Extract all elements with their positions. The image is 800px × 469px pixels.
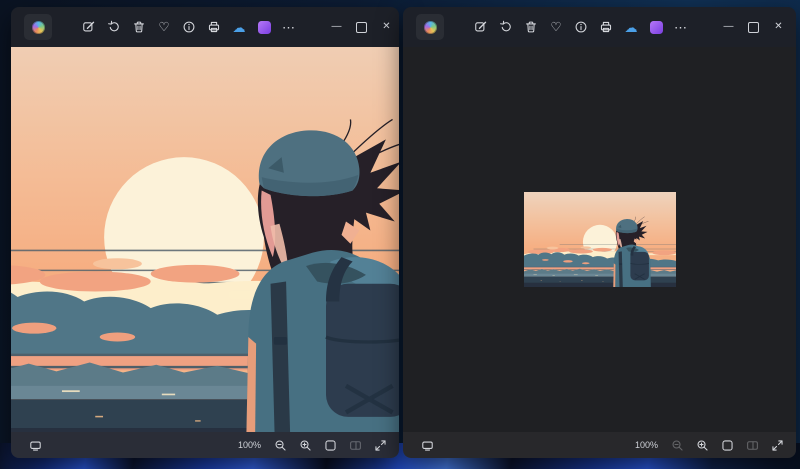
toolbar-right: ♡ ☁ ⋯ (470, 16, 692, 38)
zoom-cluster-left: 100% (238, 436, 389, 454)
zoom-out-icon (275, 440, 286, 451)
rotate-icon (108, 20, 119, 32)
filmstrip-toggle-button[interactable] (26, 436, 44, 454)
maximize-icon (748, 21, 759, 33)
delete-button[interactable] (520, 16, 542, 38)
designer-button[interactable] (645, 16, 667, 38)
photos-app-button[interactable] (416, 14, 444, 40)
zoom-level-label: 100% (237, 440, 261, 450)
close-icon: ✕ (774, 21, 783, 32)
more-button[interactable]: ⋯ (278, 16, 300, 38)
onedrive-button[interactable]: ☁ (620, 16, 642, 38)
titlebar-left: sunset-7628294_640 (1).jpg ♡ ☁ (11, 7, 399, 47)
zoom-level-label: 100% (634, 440, 658, 450)
sunset-photo (11, 47, 399, 432)
info-button[interactable] (570, 16, 592, 38)
rotate-button[interactable] (495, 16, 517, 38)
sunset-photo-thumbnail[interactable] (523, 192, 676, 287)
fit-to-window-button[interactable] (718, 436, 736, 454)
rotate-button[interactable] (103, 16, 125, 38)
favorite-button[interactable]: ♡ (545, 16, 567, 38)
edit-icon (475, 21, 487, 32)
more-ellipsis-icon: ⋯ (282, 19, 296, 35)
fit-to-window-icon (721, 439, 733, 451)
zoom-out-button[interactable] (271, 436, 289, 454)
fit-to-window-icon (324, 439, 336, 451)
photo-canvas-fit[interactable] (403, 47, 796, 432)
minimize-button[interactable]: — (324, 14, 349, 40)
maximize-icon (356, 21, 367, 33)
close-button[interactable]: ✕ (374, 14, 399, 40)
delete-button[interactable] (128, 16, 150, 38)
window-controls-right: — ✕ (716, 14, 791, 40)
zoom-in-button[interactable] (693, 436, 711, 454)
compare-view-icon (349, 440, 361, 450)
photos-window-right: sunset-7628294_640.jpg ♡ ☁ (403, 7, 796, 458)
edit-button[interactable] (78, 16, 100, 38)
favorite-button[interactable]: ♡ (153, 16, 175, 38)
heart-icon: ♡ (158, 19, 170, 34)
statusbar-left: 100% (11, 432, 399, 458)
photo-canvas-zoomed[interactable] (11, 47, 399, 432)
compare-view-icon (746, 440, 758, 450)
delete-icon (134, 21, 144, 33)
window-controls-left: — ✕ (324, 14, 399, 40)
toolbar-left: ♡ ☁ ⋯ (78, 16, 300, 38)
edit-icon (83, 21, 95, 32)
zoom-out-icon (672, 440, 683, 451)
more-button[interactable]: ⋯ (670, 16, 692, 38)
minimize-icon: — (723, 21, 734, 32)
close-icon: ✕ (382, 21, 391, 32)
photos-app-button[interactable] (24, 14, 52, 40)
maximize-button[interactable] (741, 14, 766, 40)
filmstrip-icon (421, 441, 433, 451)
edit-button[interactable] (470, 16, 492, 38)
info-icon (575, 21, 587, 33)
close-button[interactable]: ✕ (766, 14, 791, 40)
photos-logo-icon (31, 20, 45, 34)
zoom-in-icon (697, 440, 708, 451)
zoom-in-icon (300, 440, 311, 451)
zoom-out-button[interactable] (668, 436, 686, 454)
print-button[interactable] (203, 16, 225, 38)
print-icon (208, 21, 220, 33)
heart-icon: ♡ (550, 19, 562, 34)
onedrive-button[interactable]: ☁ (228, 16, 250, 38)
delete-icon (526, 21, 536, 33)
print-icon (600, 21, 612, 33)
fullscreen-icon (771, 439, 783, 451)
zoom-in-button[interactable] (296, 436, 314, 454)
info-button[interactable] (178, 16, 200, 38)
onedrive-cloud-icon: ☁ (624, 19, 638, 35)
more-ellipsis-icon: ⋯ (674, 19, 688, 35)
info-icon (183, 21, 195, 33)
filmstrip-toggle-button[interactable] (418, 436, 436, 454)
filmstrip-icon (29, 441, 41, 451)
designer-button[interactable] (253, 16, 275, 38)
designer-icon (649, 20, 663, 34)
photos-logo-icon (423, 20, 437, 34)
minimize-button[interactable]: — (716, 14, 741, 40)
zoom-cluster-right: 100% (635, 436, 786, 454)
print-button[interactable] (595, 16, 617, 38)
photos-window-left: sunset-7628294_640 (1).jpg ♡ ☁ (11, 7, 399, 458)
minimize-icon: — (331, 21, 342, 32)
statusbar-right: 100% (403, 432, 796, 458)
fullscreen-button[interactable] (371, 436, 389, 454)
onedrive-cloud-icon: ☁ (232, 19, 246, 35)
designer-icon (257, 20, 271, 34)
compare-view-button[interactable] (346, 436, 364, 454)
rotate-icon (500, 20, 511, 32)
titlebar-right: sunset-7628294_640.jpg ♡ ☁ (403, 7, 796, 47)
compare-view-button[interactable] (743, 436, 761, 454)
maximize-button[interactable] (349, 14, 374, 40)
fullscreen-icon (374, 439, 386, 451)
fullscreen-button[interactable] (768, 436, 786, 454)
fit-to-window-button[interactable] (321, 436, 339, 454)
